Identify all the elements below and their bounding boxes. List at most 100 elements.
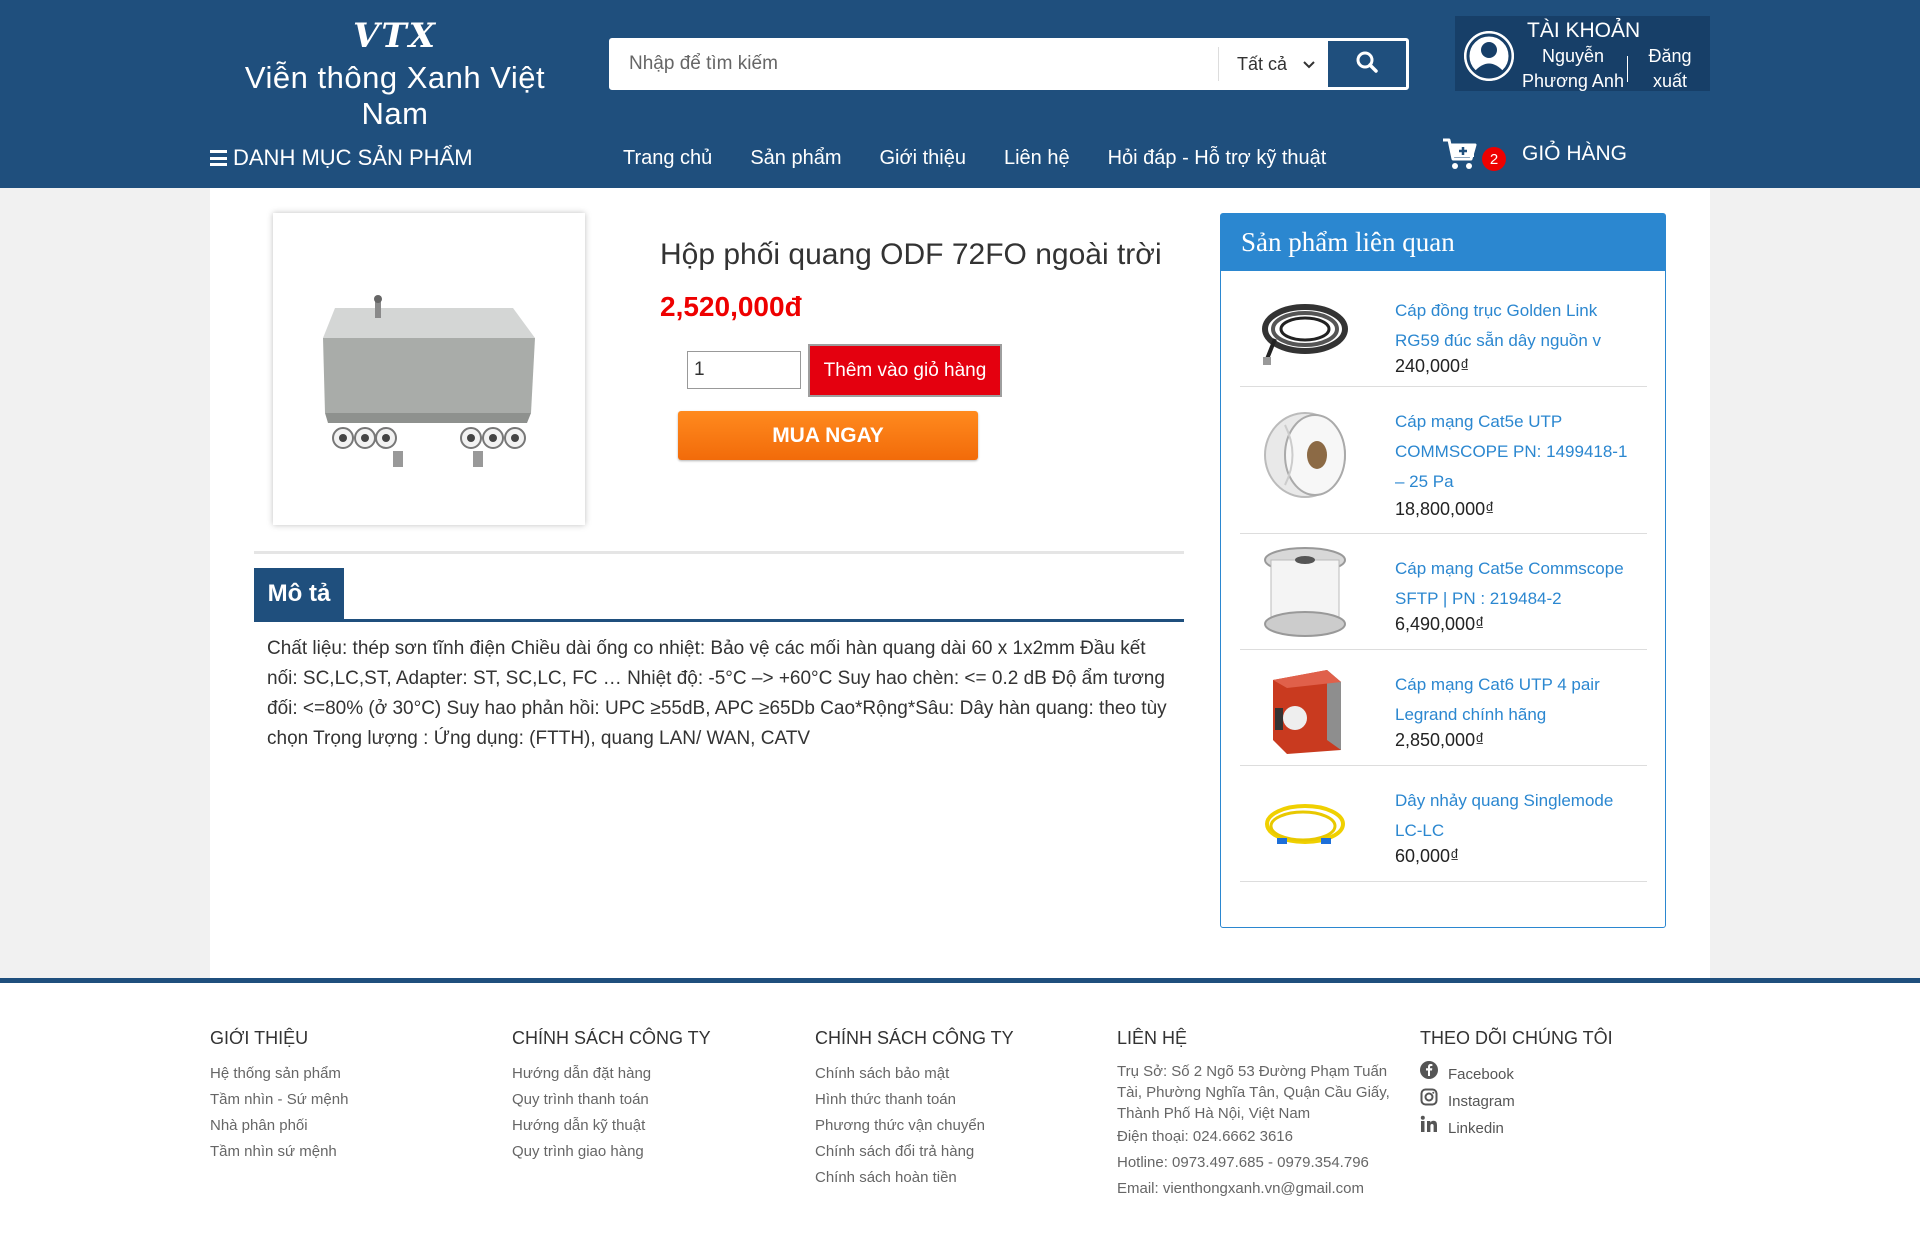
search-category-select[interactable]: Tất cả: [1218, 47, 1338, 81]
search-category-value: Tất cả: [1237, 53, 1288, 74]
cart-count-badge: 2: [1482, 147, 1506, 171]
related-item-price: 6,490,000₫: [1395, 614, 1485, 634]
site-footer: GIỚI THIỆU Hệ thống sản phẩm Tầm nhìn - …: [0, 978, 1920, 1237]
footer-col-policy: CHÍNH SÁCH CÔNG TY Hướng dẫn đặt hàng Qu…: [512, 1028, 711, 1165]
related-item-name[interactable]: Cáp mạng Cat5e Commscope SFTP | PN : 219…: [1395, 554, 1635, 614]
related-products-title: Sản phẩm liên quan: [1221, 214, 1665, 271]
linkedin-label: Linkedin: [1448, 1119, 1504, 1137]
footer-heading: THEO DÕI CHÚNG TÔI: [1420, 1028, 1613, 1048]
instagram-label: Instagram: [1448, 1092, 1515, 1110]
facebook-label: Facebook: [1448, 1065, 1514, 1083]
footer-link[interactable]: Phương thức vận chuyển: [815, 1113, 1014, 1139]
footer-phone: Điện thoại: 024.6662 3616: [1117, 1128, 1293, 1145]
product-detail: Hộp phối quang ODF 72FO ngoài trời 2,520…: [210, 188, 1710, 978]
product-title: Hộp phối quang ODF 72FO ngoài trời: [660, 238, 1162, 271]
footer-link[interactable]: Quy trình thanh toán: [512, 1087, 711, 1113]
category-menu-label: DANH MỤC SẢN PHẨM: [233, 145, 473, 170]
logo-text: Viễn thông Xanh Việt Nam: [244, 60, 546, 131]
account-separator: [1627, 56, 1628, 82]
account-username[interactable]: Nguyễn Phương Anh: [1518, 44, 1628, 94]
related-item[interactable]: Dây nhảy quang Singlemode LC-LC 60,000₫: [1240, 766, 1647, 882]
main-nav: Trang chủ Sản phẩm Giới thiệu Liên hệ Hỏ…: [623, 147, 1364, 170]
footer-link[interactable]: Chính sách hoàn tiền: [815, 1165, 1014, 1191]
chevron-down-icon: [1303, 57, 1315, 72]
related-item-name[interactable]: Cáp đồng trục Golden Link RG59 đúc sẵn d…: [1395, 296, 1635, 356]
nav-link-products[interactable]: Sản phẩm: [750, 147, 841, 170]
footer-heading: CHÍNH SÁCH CÔNG TY: [815, 1028, 1014, 1048]
tab-description[interactable]: Mô tả: [254, 568, 344, 620]
related-item-price: 2,850,000₫: [1395, 730, 1485, 750]
facebook-icon: [1420, 1061, 1448, 1088]
tab-underline: [254, 619, 1184, 622]
nav-link-contact[interactable]: Liên hệ: [1004, 147, 1070, 170]
footer-heading: GIỚI THIỆU: [210, 1028, 309, 1048]
related-item-name[interactable]: Cáp mạng Cat5e UTP COMMSCOPE PN: 1499418…: [1395, 407, 1635, 497]
footer-heading: CHÍNH SÁCH CÔNG TY: [512, 1028, 711, 1048]
footer-link[interactable]: Hình thức thanh toán: [815, 1087, 1014, 1113]
related-item-price: 18,800,000₫: [1395, 499, 1495, 519]
cable-box-icon: [1255, 658, 1355, 758]
fiber-patch-cord-icon: [1255, 774, 1355, 874]
footer-heading: LIÊN HỆ: [1117, 1028, 1188, 1048]
cart-label: GIỎ HÀNG: [1522, 142, 1628, 165]
product-description: Chất liệu: thép sơn tĩnh điện Chiều dài …: [267, 638, 1167, 749]
buy-now-button[interactable]: MUA NGAY: [678, 411, 978, 460]
footer-link[interactable]: Hướng dẫn kỹ thuật: [512, 1113, 711, 1139]
related-item-price: 60,000₫: [1395, 846, 1460, 866]
add-to-cart-button[interactable]: Thêm vào giỏ hàng: [808, 344, 1002, 397]
footer-link[interactable]: Hệ thống sản phẩm: [210, 1061, 348, 1087]
product-price: 2,520,000đ: [660, 291, 802, 322]
instagram-icon: [1420, 1088, 1448, 1115]
footer-col-follow: THEO DÕI CHÚNG TÔI Facebook Instagram Li…: [1420, 1028, 1613, 1142]
related-item-name[interactable]: Cáp mạng Cat6 UTP 4 pair Legrand chính h…: [1395, 670, 1635, 730]
footer-link[interactable]: Quy trình giao hàng: [512, 1139, 711, 1165]
hamburger-icon: [210, 150, 227, 166]
cart-link[interactable]: 2 GIỎ HÀNG: [1442, 137, 1627, 171]
search-bar: Tất cả: [609, 38, 1409, 90]
footer-address: Trụ Sở: Số 2 Ngõ 53 Đường Phạm Tuấn Tài,…: [1117, 1063, 1390, 1122]
coax-cable-coil-icon: [1255, 279, 1355, 379]
footer-link[interactable]: Tầm nhìn - Sứ mệnh: [210, 1087, 348, 1113]
linkedin-icon: [1420, 1115, 1448, 1142]
nav-link-about[interactable]: Giới thiệu: [879, 147, 965, 170]
nav-link-faq[interactable]: Hỏi đáp - Hỗ trợ kỹ thuật: [1108, 147, 1327, 170]
logo-mark: VTX: [352, 16, 438, 56]
account-title: TÀI KHOẢN: [1527, 19, 1641, 42]
related-item-price: 240,000₫: [1395, 356, 1470, 376]
facebook-link[interactable]: Facebook: [1420, 1061, 1613, 1088]
account-panel: TÀI KHOẢN Nguyễn Phương Anh Đăng xuất: [1455, 16, 1710, 91]
logout-link[interactable]: Đăng xuất: [1635, 44, 1705, 94]
logo[interactable]: VTX Viễn thông Xanh Việt Nam: [210, 16, 580, 132]
related-item[interactable]: Cáp mạng Cat6 UTP 4 pair Legrand chính h…: [1240, 650, 1647, 766]
search-icon: [1356, 51, 1378, 78]
footer-hotline: Hotline: 0973.497.685 - 0979.354.796: [1117, 1154, 1369, 1171]
footer-col-policy-2: CHÍNH SÁCH CÔNG TY Chính sách bảo mật Hì…: [815, 1028, 1014, 1191]
instagram-link[interactable]: Instagram: [1420, 1088, 1613, 1115]
search-input[interactable]: [612, 41, 1217, 87]
related-item[interactable]: Cáp mạng Cat5e UTP COMMSCOPE PN: 1499418…: [1240, 387, 1647, 534]
related-products-panel: Sản phẩm liên quan Cáp đồng trục Golden …: [1220, 213, 1666, 928]
nav-link-home[interactable]: Trang chủ: [623, 147, 712, 170]
footer-link[interactable]: Nhà phân phối: [210, 1113, 348, 1139]
section-divider: [254, 551, 1184, 554]
related-item-name[interactable]: Dây nhảy quang Singlemode LC-LC: [1395, 786, 1635, 846]
footer-link[interactable]: Hướng dẫn đặt hàng: [512, 1061, 711, 1087]
footer-col-contact: LIÊN HỆ Trụ Sở: Số 2 Ngõ 53 Đường Phạm T…: [1117, 1028, 1407, 1202]
search-button[interactable]: [1328, 41, 1406, 87]
cable-spool-reel-icon: [1255, 542, 1355, 642]
footer-link[interactable]: Tầm nhìn sứ mệnh: [210, 1139, 348, 1165]
footer-email[interactable]: Email: vienthongxanh.vn@gmail.com: [1117, 1176, 1407, 1202]
related-item[interactable]: Cáp mạng Cat5e Commscope SFTP | PN : 219…: [1240, 534, 1647, 650]
footer-link[interactable]: Chính sách đổi trả hàng: [815, 1139, 1014, 1165]
cart-icon: [1442, 137, 1478, 171]
cable-spool-white-icon: [1255, 405, 1355, 505]
site-header: VTX Viễn thông Xanh Việt Nam Tất cả TÀI …: [0, 0, 1920, 188]
linkedin-link[interactable]: Linkedin: [1420, 1115, 1613, 1142]
quantity-input[interactable]: [687, 351, 801, 389]
related-item[interactable]: Cáp đồng trục Golden Link RG59 đúc sẵn d…: [1240, 271, 1647, 387]
category-menu-toggle[interactable]: DANH MỤC SẢN PHẨM: [210, 145, 473, 171]
footer-col-about: GIỚI THIỆU Hệ thống sản phẩm Tầm nhìn - …: [210, 1028, 348, 1165]
user-avatar-icon[interactable]: [1464, 31, 1514, 81]
footer-link[interactable]: Chính sách bảo mật: [815, 1061, 1014, 1087]
product-image[interactable]: [273, 213, 585, 525]
